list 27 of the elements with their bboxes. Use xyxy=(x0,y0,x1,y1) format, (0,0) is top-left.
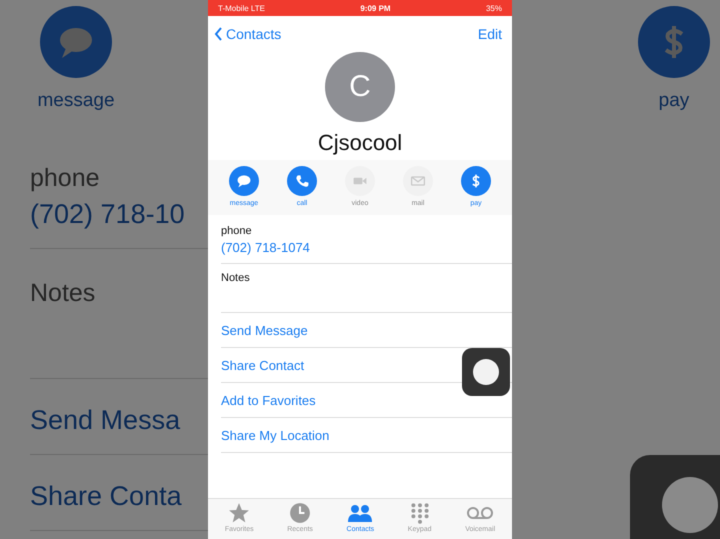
action-link[interactable]: Share My Location xyxy=(221,418,512,453)
chevron-left-icon xyxy=(214,27,223,41)
contact-name: Cjsocool xyxy=(318,130,402,156)
phone-icon xyxy=(294,173,310,189)
back-button[interactable]: Contacts xyxy=(214,24,282,44)
carrier-text: T-Mobile LTE xyxy=(218,4,265,12)
action-link[interactable]: Send Message xyxy=(221,313,512,348)
speech-bubble-icon xyxy=(236,173,252,189)
keypad-icon xyxy=(408,502,431,524)
floating-home-button[interactable] xyxy=(462,348,510,396)
phone-number-link[interactable]: (702) 718-1074 xyxy=(221,240,512,255)
people-icon xyxy=(347,502,374,524)
clock-text: 9:09 PM xyxy=(360,4,391,12)
field-label: phone xyxy=(221,225,253,237)
clock-icon xyxy=(289,502,312,524)
field-label: phone xyxy=(30,164,101,193)
phone-number: (702) 718-10 xyxy=(30,199,186,230)
notes-label: Notes xyxy=(30,279,96,308)
battery-text: 35% xyxy=(486,4,502,12)
action-label: message xyxy=(37,90,115,112)
edit-button[interactable]: Edit xyxy=(478,24,502,44)
action-label: pay xyxy=(658,90,690,112)
link-text: Send Messa xyxy=(30,405,182,436)
link-text: Share Conta xyxy=(30,481,183,512)
avatar: C xyxy=(325,52,395,122)
star-icon xyxy=(228,502,250,524)
notes-label: Notes xyxy=(221,272,251,284)
